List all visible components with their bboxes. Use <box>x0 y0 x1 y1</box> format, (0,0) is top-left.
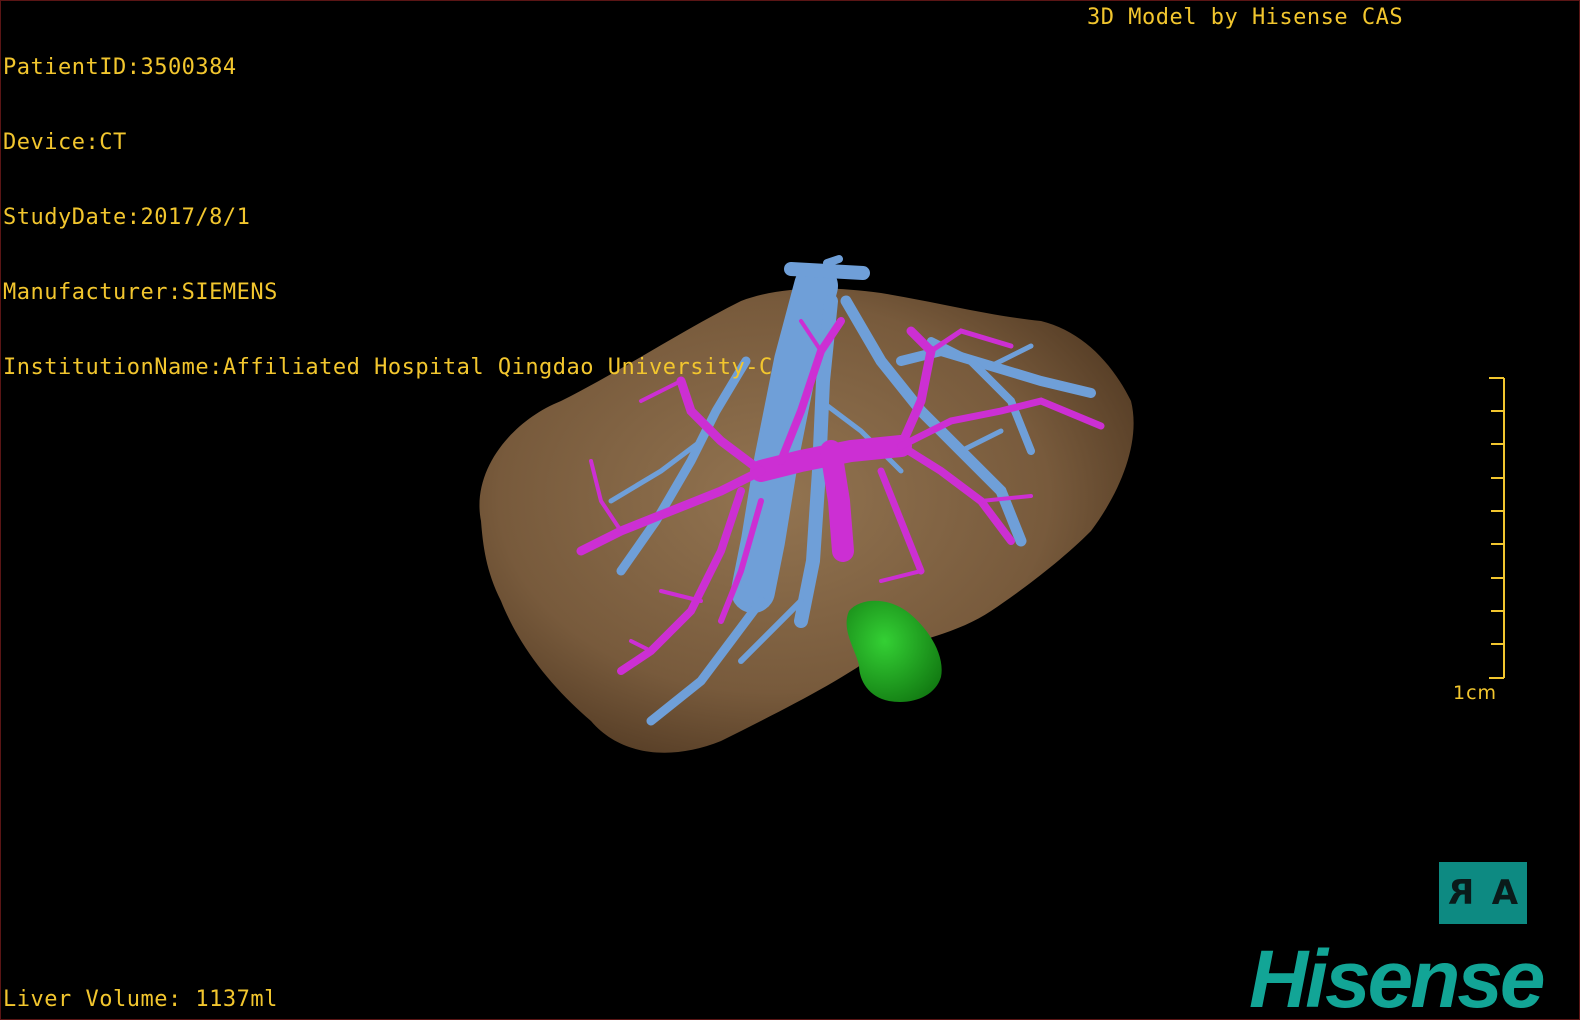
model-credit: 3D Model by Hisense CAS <box>1087 5 1404 30</box>
patient-id: PatientID:3500384 <box>3 55 237 80</box>
hisense-logo: Hisense <box>1249 934 1546 1020</box>
scale-bar-label: 1cm <box>1453 682 1498 704</box>
orientation-left-label: R <box>1447 873 1475 913</box>
3d-viewport[interactable]: PatientID:3500384 Device:CT StudyDate:20… <box>0 0 1580 1020</box>
orientation-right-label: A <box>1491 873 1519 913</box>
institution-name: InstitutionName:Affiliated Hospital Qing… <box>3 355 773 380</box>
scale-bar <box>1489 377 1505 679</box>
study-date: StudyDate:2017/8/1 <box>3 205 251 230</box>
liver-volume: Liver Volume: 1137ml <box>3 987 278 1012</box>
dicom-info-overlay: PatientID:3500384 Device:CT StudyDate:20… <box>3 5 773 430</box>
manufacturer: Manufacturer:SIEMENS <box>3 280 278 305</box>
orientation-toggle-button[interactable]: R A <box>1439 862 1527 924</box>
device: Device:CT <box>3 130 127 155</box>
